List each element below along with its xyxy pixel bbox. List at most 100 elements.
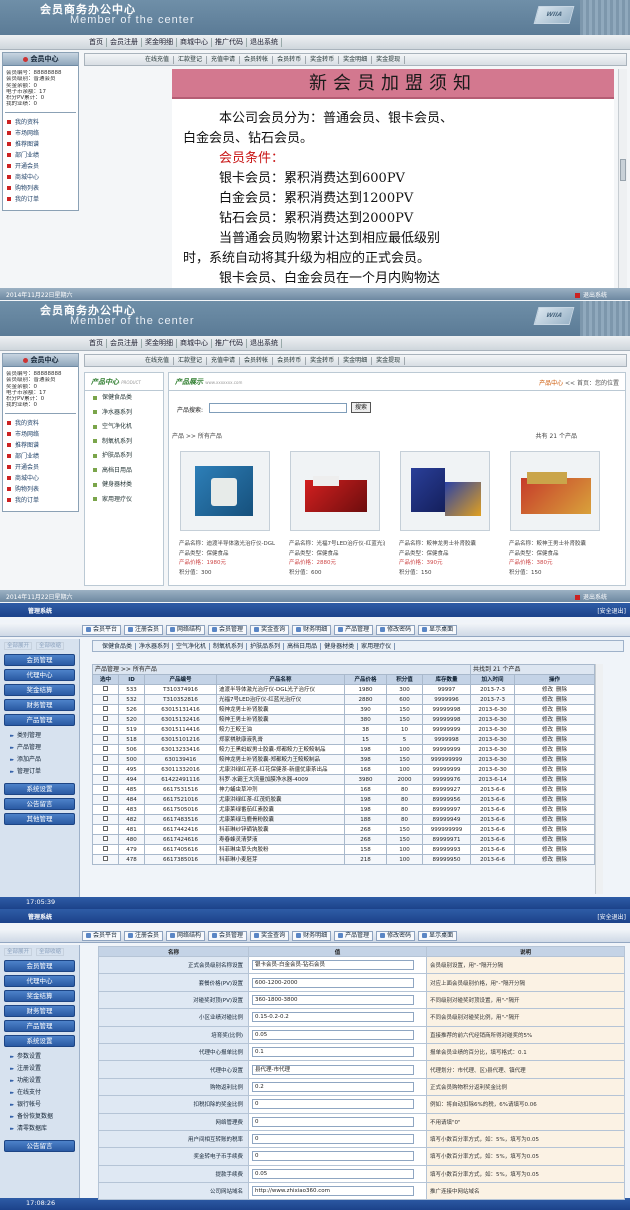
setting-input[interactable]: 360-1800-3800 [252,994,414,1005]
toolbar-button[interactable]: 产品管理 [334,931,374,941]
toolbar-button[interactable]: 奖金查询 [250,625,290,635]
row-checkbox[interactable] [103,765,108,771]
row-checkbox[interactable] [103,785,108,791]
sidebar-menu-button[interactable]: 产品管理 [4,714,75,726]
member-link[interactable]: 我的资料 [7,117,74,128]
sidebar-menu-button[interactable]: 奖金结算 [4,990,75,1002]
subnav-item[interactable]: 汇款登记 [174,357,208,365]
category-link[interactable]: 护肤品系列 [85,449,163,464]
member-link[interactable]: 部门业绩 [7,150,74,161]
sidebar-menu-button[interactable]: 奖金结算 [4,684,75,696]
edit-link[interactable]: 修改 [542,857,553,863]
submenu-item[interactable]: 功能设置 [10,1075,79,1087]
sidebar-toggle[interactable]: 全部收缩 [36,948,65,956]
scroll-thumb[interactable] [620,159,626,181]
setting-input[interactable]: 0 [252,1099,414,1110]
delete-link[interactable]: 删除 [556,697,567,703]
member-link[interactable]: 开通会员 [7,462,74,473]
product-card[interactable]: 产品名称：鲛神王男士补肾胶囊 产品类型：保健食品 产品价格：380元 积分值：150 [505,451,605,578]
admin-category-link[interactable]: 护肤品系列 [247,643,285,650]
sidebar-menu-button[interactable]: 代理中心 [4,975,75,987]
breadcrumb-home[interactable]: 产品中心 [539,380,563,387]
toolbar-button[interactable]: 修改密码 [376,931,416,941]
nav-item[interactable]: 奖金明细 [142,339,177,348]
table-scrollbar[interactable] [595,664,603,894]
toolbar-button[interactable]: 财务明细 [292,625,332,635]
product-card[interactable]: 产品名称：鲛神龙男士补肾胶囊 产品类型：保健食品 产品价格：390元 积分值：150 [395,451,495,578]
member-link[interactable]: 购物列表 [7,183,74,194]
edit-link[interactable]: 修改 [542,777,553,783]
edit-link[interactable]: 修改 [542,737,553,743]
setting-input[interactable]: 0.05 [252,1029,414,1040]
admin-category-link[interactable]: 家用理疗仪 [358,643,396,650]
edit-link[interactable]: 修改 [542,707,553,713]
search-input[interactable] [209,403,347,413]
toolbar-button[interactable]: 网络结构 [166,625,206,635]
admin-category-link[interactable]: 制氧机系列 [210,643,248,650]
delete-link[interactable]: 删除 [556,767,567,773]
admin-category-link[interactable]: 高档日用品 [284,643,322,650]
toolbar-button[interactable]: 会员平台 [82,625,122,635]
delete-link[interactable]: 删除 [556,797,567,803]
toolbar-button[interactable]: 注册会员 [124,931,164,941]
submenu-item[interactable]: 类别管理 [10,730,79,742]
toolbar-button[interactable]: 财务明细 [292,931,332,941]
edit-link[interactable]: 修改 [542,727,553,733]
toolbar-button[interactable]: 会员管理 [208,931,248,941]
sidebar-menu-button[interactable]: 财务管理 [4,699,75,711]
row-checkbox[interactable] [103,825,108,831]
nav-item[interactable]: 退出系统 [247,38,282,47]
product-name[interactable]: 产品名称：光福7号LED治疗仪-红蓝光治疗仪 [289,540,385,550]
delete-link[interactable]: 删除 [556,727,567,733]
delete-link[interactable]: 删除 [556,687,567,693]
sidebar-menu-button[interactable]: 公告留言 [4,1140,75,1152]
category-link[interactable]: 健身器材类 [85,478,163,493]
setting-input[interactable]: http://www.zhixiao360.com [252,1186,414,1197]
subnav-item[interactable]: 奖金明细 [339,56,373,64]
edit-link[interactable]: 修改 [542,747,553,753]
row-checkbox[interactable] [103,815,108,821]
setting-input[interactable]: 县代理-市代理 [252,1064,414,1075]
row-checkbox[interactable] [103,745,108,751]
setting-input[interactable]: 0.2 [252,1081,414,1092]
edit-link[interactable]: 修改 [542,807,553,813]
delete-link[interactable]: 删除 [556,847,567,853]
row-checkbox[interactable] [103,695,108,701]
submenu-item[interactable]: 注册设置 [10,1063,79,1075]
search-button[interactable]: 搜索 [351,402,371,413]
edit-link[interactable]: 修改 [542,687,553,693]
category-link[interactable]: 高档日用品 [85,464,163,479]
row-checkbox[interactable] [103,805,108,811]
sidebar-menu-button[interactable]: 会员管理 [4,654,75,666]
toolbar-button[interactable]: 会员管理 [208,625,248,635]
row-checkbox[interactable] [103,795,108,801]
delete-link[interactable]: 删除 [556,837,567,843]
product-card[interactable]: 产品名称：迪渡半导体激光治疗仪-DGL光子治疗仪产品类型：保健食品产品价格：19… [175,451,275,578]
sidebar-menu-button[interactable]: 系统设置 [4,1035,75,1047]
edit-link[interactable]: 修改 [542,847,553,853]
category-link[interactable]: 家用理疗仪 [85,493,163,508]
delete-link[interactable]: 删除 [556,787,567,793]
product-image[interactable] [290,451,380,531]
nav-item[interactable]: 首页 [86,38,107,47]
admin-category-link[interactable]: 健身器材类 [321,643,359,650]
sidebar-menu-button[interactable]: 会员管理 [4,960,75,972]
subnav-item[interactable]: 会员转币 [273,357,307,365]
member-link[interactable]: 商城中心 [7,473,74,484]
submenu-item[interactable]: 产品管理 [10,742,79,754]
member-link[interactable]: 开通会员 [7,161,74,172]
subnav-item[interactable]: 奖金转币 [306,357,340,365]
sidebar-menu-button[interactable]: 代理中心 [4,669,75,681]
sidebar-menu-button[interactable]: 系统设置 [4,783,75,795]
member-link[interactable]: 市场网络 [7,429,74,440]
toolbar-button[interactable]: 注册会员 [124,625,164,635]
row-checkbox[interactable] [103,705,108,711]
delete-link[interactable]: 删除 [556,817,567,823]
setting-input[interactable]: 0.15-0.2-0.2 [252,1012,414,1023]
setting-input[interactable]: 0 [252,1134,414,1145]
subnav-item[interactable]: 在线充值 [141,357,175,365]
toolbar-button[interactable]: 显示桌面 [418,931,458,941]
delete-link[interactable]: 删除 [556,857,567,863]
nav-item[interactable]: 首页 [86,339,107,348]
sidebar-menu-button[interactable]: 公告留言 [4,798,75,810]
